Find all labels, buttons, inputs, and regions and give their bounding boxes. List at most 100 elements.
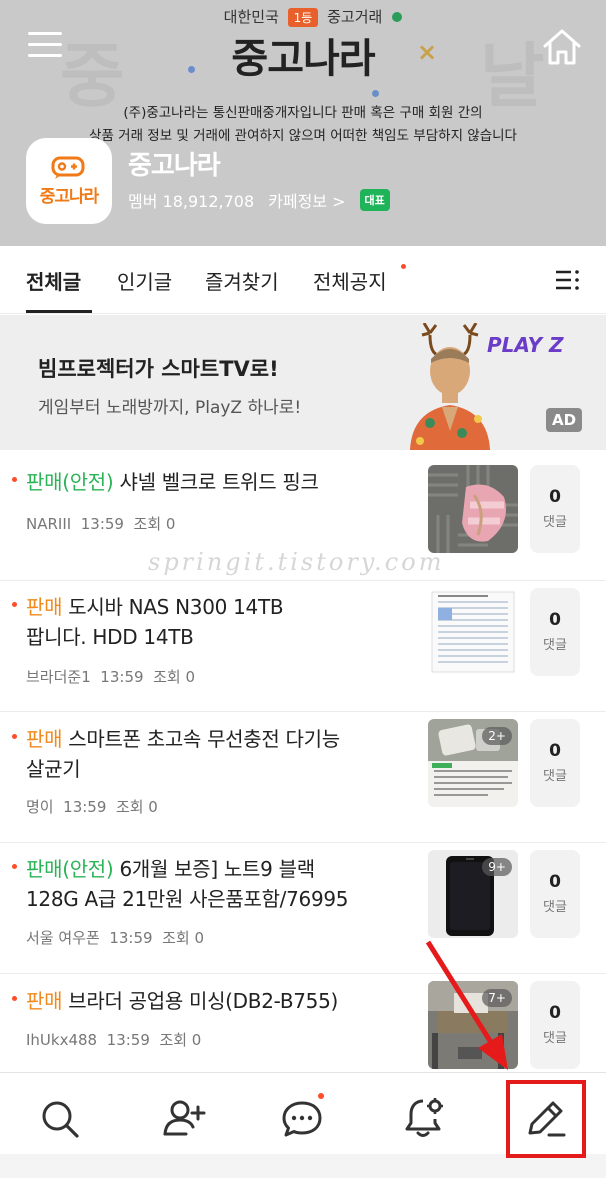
disclaimer-line-1: (주)중고나라는 통신판매중개자입니다 판매 혹은 구매 회원 간의 bbox=[123, 105, 483, 121]
post-row[interactable]: 판매(안전) 6개월 보증] 노트9 블랙 128G A급 21만원 사은품포함/… bbox=[0, 843, 606, 974]
tab-favorites[interactable]: 즐겨찾기 bbox=[205, 266, 279, 295]
notification-settings-icon bbox=[405, 1098, 443, 1137]
ad-character-illustration bbox=[410, 323, 490, 450]
more-images-badge: 9+ bbox=[482, 858, 512, 876]
ad-badge: AD bbox=[546, 408, 583, 432]
post-tag: 판매(안전) bbox=[26, 470, 114, 494]
comment-count-box[interactable]: 0 댓글 bbox=[530, 588, 580, 676]
post-author: 브라더준1 bbox=[26, 668, 91, 686]
rank-badge: 1등 bbox=[287, 8, 319, 27]
brand-tagline: 대한민국 1등 중고거래 bbox=[0, 6, 606, 27]
post-thumbnail bbox=[428, 465, 518, 553]
sandal-photo bbox=[428, 465, 518, 553]
brand-logo-text: 중고나라 bbox=[231, 36, 375, 82]
brand-tagline-left: 대한민국 bbox=[223, 8, 279, 26]
post-thumbnail: 7+ bbox=[428, 981, 518, 1069]
post-title-text-line2: 팝니다. HDD 14TB bbox=[26, 625, 194, 649]
cafe-name: 중고나라 bbox=[128, 151, 221, 181]
post-views: 조회 0 bbox=[115, 798, 158, 816]
post-title-text: 샤넬 벨크로 트위드 핑크 bbox=[113, 470, 319, 494]
comment-label: 댓글 bbox=[543, 515, 567, 530]
comment-label: 댓글 bbox=[543, 769, 567, 784]
add-member-button[interactable] bbox=[156, 1091, 212, 1147]
cafe-info-link[interactable]: 카페정보 > bbox=[268, 188, 345, 212]
new-post-dot bbox=[12, 996, 17, 1001]
list-menu-icon bbox=[556, 270, 579, 290]
comment-count: 0 bbox=[549, 872, 561, 892]
comment-count: 0 bbox=[549, 487, 561, 507]
comment-label: 댓글 bbox=[543, 1031, 567, 1046]
brand-tagline-right: 중고거래 bbox=[327, 8, 383, 26]
add-member-icon bbox=[163, 1100, 206, 1136]
new-post-dot bbox=[12, 602, 17, 607]
post-title-text: 6개월 보증] 노트9 블랙 bbox=[113, 857, 315, 881]
new-post-dot bbox=[12, 864, 17, 869]
comment-label: 댓글 bbox=[543, 900, 567, 915]
post-title-text: 도시바 NAS N300 14TB bbox=[62, 595, 284, 619]
ad-brand-logo: PLAY Z bbox=[487, 333, 564, 357]
post-views: 조회 0 bbox=[162, 929, 205, 947]
post-tag: 판매 bbox=[26, 727, 63, 751]
notification-settings-button[interactable] bbox=[396, 1091, 452, 1147]
post-author: 서울 여우폰 bbox=[26, 929, 100, 947]
new-post-dot bbox=[12, 477, 17, 482]
comment-label: 댓글 bbox=[543, 638, 567, 653]
search-icon bbox=[42, 1101, 79, 1138]
highlight-box bbox=[506, 1080, 586, 1158]
post-title-text: 스마트폰 초고속 무선충전 다기능 bbox=[62, 727, 340, 751]
post-meta: 명이 13:59 조회 0 bbox=[26, 796, 158, 817]
cafe-logo-text: 중고나라 bbox=[39, 186, 100, 207]
chat-bubble-plus-icon bbox=[51, 156, 85, 179]
post-tag: 판매(안전) bbox=[26, 857, 114, 881]
tab-all-posts[interactable]: 전체글 bbox=[26, 266, 81, 295]
cafe-logo[interactable]: 중고나라 bbox=[26, 138, 112, 224]
member-count: 멤버 18,912,708 bbox=[128, 192, 255, 211]
board-tabs: 전체글 인기글 즐겨찾기 전체공지 bbox=[0, 246, 606, 314]
tab-list-menu-button[interactable] bbox=[554, 268, 580, 292]
post-title: 판매(안전) 6개월 보증] 노트9 블랙 128G A급 21만원 사은품포함/… bbox=[26, 854, 416, 914]
post-thumbnail: 2+ bbox=[428, 719, 518, 807]
more-images-badge: 7+ bbox=[482, 989, 512, 1007]
comment-count-box[interactable]: 0 댓글 bbox=[530, 981, 580, 1069]
comment-count-box[interactable]: 0 댓글 bbox=[530, 850, 580, 938]
post-meta: 브라더준1 13:59 조회 0 bbox=[26, 666, 195, 687]
tab-all-notices[interactable]: 전체공지 bbox=[313, 266, 387, 295]
chat-button[interactable] bbox=[274, 1091, 330, 1147]
post-row[interactable]: 판매 스마트폰 초고속 무선충전 다기능 살균기 명이 13:59 조회 0 2+… bbox=[0, 712, 606, 843]
new-post-dot bbox=[12, 734, 17, 739]
chat-icon bbox=[282, 1101, 322, 1137]
watermark: springit.tistory.com bbox=[148, 548, 445, 576]
post-thumbnail bbox=[428, 588, 518, 676]
spec-sheet-photo bbox=[428, 588, 518, 676]
search-button[interactable] bbox=[32, 1091, 88, 1147]
comment-count-box[interactable]: 0 댓글 bbox=[530, 465, 580, 553]
post-meta: 서울 여우폰 13:59 조회 0 bbox=[26, 927, 204, 948]
cafe-meta: 멤버 18,912,708 카페정보 > 대표 bbox=[128, 188, 390, 212]
ad-title: 빔프로젝터가 스마트TV로! bbox=[38, 357, 279, 381]
more-images-badge: 2+ bbox=[482, 727, 512, 745]
post-row[interactable]: 판매 도시바 NAS N300 14TB 팝니다. HDD 14TB 브라더준1 … bbox=[0, 581, 606, 712]
post-title-text: 브라더 공업용 미싱(DB2-B755) bbox=[62, 989, 339, 1013]
post-author: IhUkx488 bbox=[26, 1031, 98, 1049]
representative-badge: 대표 bbox=[359, 189, 390, 211]
comment-count: 0 bbox=[549, 741, 561, 761]
post-thumbnail: 9+ bbox=[428, 850, 518, 938]
post-time: 13:59 bbox=[80, 515, 124, 533]
comment-count: 0 bbox=[549, 610, 561, 630]
post-author: NARIII bbox=[26, 515, 72, 533]
ad-banner[interactable]: 빔프로젝터가 스마트TV로! 게임부터 노래방까지, PlayZ 하나로! PL… bbox=[0, 315, 606, 450]
chat-new-dot bbox=[318, 1093, 324, 1099]
post-views: 조회 0 bbox=[133, 515, 176, 533]
post-time: 13:59 bbox=[106, 1031, 150, 1049]
post-views: 조회 0 bbox=[159, 1031, 202, 1049]
post-title: 판매(안전) 샤넬 벨크로 트위드 핑크 bbox=[26, 467, 416, 497]
new-dot bbox=[401, 264, 406, 269]
post-time: 13:59 bbox=[109, 929, 153, 947]
post-meta: IhUkx488 13:59 조회 0 bbox=[26, 1029, 201, 1050]
comment-count-box[interactable]: 0 댓글 bbox=[530, 719, 580, 807]
post-tag: 판매 bbox=[26, 989, 63, 1013]
cafe-header: 중 날 × 대한민국 1등 중고거래 중고나라 (주)중고나라는 통신판매중개자… bbox=[0, 0, 606, 246]
tab-popular[interactable]: 인기글 bbox=[117, 266, 172, 295]
post-views: 조회 0 bbox=[153, 668, 195, 686]
post-time: 13:59 bbox=[63, 798, 107, 816]
